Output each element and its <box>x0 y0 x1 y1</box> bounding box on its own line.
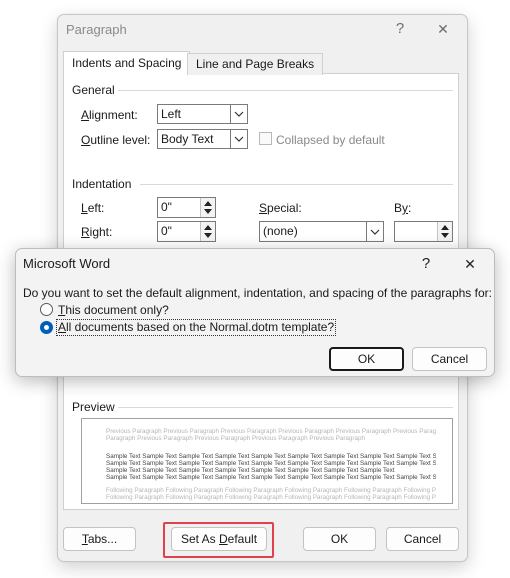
this-document-only-radio[interactable] <box>40 303 53 316</box>
spinner-arrows-icon[interactable] <box>437 222 452 241</box>
alignment-select[interactable]: Left <box>157 104 248 124</box>
preview-sample-line: Sample Text Sample Text Sample Text Samp… <box>106 467 395 474</box>
this-document-only-label: This document only? <box>58 303 169 317</box>
all-documents-label: All documents based on the Normal.dotm t… <box>56 319 337 336</box>
close-icon[interactable]: ✕ <box>459 254 481 274</box>
tab-indents-and-spacing[interactable]: Indents and Spacing <box>63 51 191 75</box>
left-indent-spinner[interactable]: 0" <box>157 197 216 218</box>
preview-previous-line: Previous Paragraph Previous Paragraph Pr… <box>106 428 436 435</box>
preview-divider <box>118 407 453 408</box>
outline-level-select[interactable]: Body Text <box>157 129 248 149</box>
set-as-default-highlight <box>163 522 274 558</box>
word-cancel-button[interactable]: Cancel <box>412 347 487 371</box>
preview-sample-line: Sample Text Sample Text Sample Text Samp… <box>106 460 436 467</box>
tab-line-and-page-breaks[interactable]: Line and Page Breaks <box>187 53 324 75</box>
general-divider <box>118 90 453 91</box>
preview-box: Previous Paragraph Previous Paragraph Pr… <box>81 418 453 504</box>
all-documents-radio[interactable] <box>40 321 53 334</box>
preview-following-line: Following Paragraph Following Paragraph … <box>106 494 436 501</box>
chevron-down-icon <box>366 222 383 241</box>
preview-section-title: Preview <box>72 400 115 414</box>
indentation-divider <box>140 184 453 185</box>
alignment-label: Alignment: <box>81 108 138 122</box>
word-ok-button[interactable]: OK <box>329 347 404 371</box>
indentation-section-title: Indentation <box>72 177 132 191</box>
collapsed-by-default-label: Collapsed by default <box>276 133 385 147</box>
left-indent-value: 0" <box>161 200 172 214</box>
general-section-title: General <box>72 83 115 97</box>
collapsed-by-default-checkbox[interactable] <box>259 132 272 145</box>
spinner-arrows-icon[interactable] <box>200 222 215 241</box>
by-label: By: <box>394 201 412 215</box>
special-select[interactable]: (none) <box>259 221 384 242</box>
outline-level-value: Body Text <box>161 132 214 146</box>
left-indent-label: Left: <box>81 201 105 215</box>
preview-following-line: Following Paragraph Following Paragraph … <box>106 487 436 494</box>
outline-level-label: Outline level: <box>81 133 151 147</box>
help-icon[interactable]: ? <box>390 19 410 39</box>
right-indent-label: Right: <box>81 225 113 239</box>
spinner-arrows-icon[interactable] <box>200 198 215 217</box>
paragraph-dialog-title: Paragraph <box>66 22 127 37</box>
preview-previous-line: Paragraph Previous Paragraph Previous Pa… <box>106 435 366 442</box>
ok-button[interactable]: OK <box>303 527 376 551</box>
cancel-button[interactable]: Cancel <box>386 527 459 551</box>
word-dialog-question: Do you want to set the default alignment… <box>23 286 492 300</box>
special-value: (none) <box>263 224 298 238</box>
right-indent-value: 0" <box>161 224 172 238</box>
by-spinner[interactable] <box>394 221 453 242</box>
right-indent-spinner[interactable]: 0" <box>157 221 216 242</box>
preview-sample-line: Sample Text Sample Text Sample Text Samp… <box>106 474 436 481</box>
chevron-down-icon <box>230 130 247 148</box>
help-icon[interactable]: ? <box>416 254 436 274</box>
chevron-down-icon <box>230 105 247 123</box>
close-icon[interactable]: ✕ <box>432 19 454 39</box>
preview-sample-line: Sample Text Sample Text Sample Text Samp… <box>106 453 436 460</box>
word-dialog-title: Microsoft Word <box>23 256 111 271</box>
tabs-button[interactable]: Tabs... <box>63 527 136 551</box>
alignment-value: Left <box>161 107 182 121</box>
special-label: Special: <box>259 201 302 215</box>
